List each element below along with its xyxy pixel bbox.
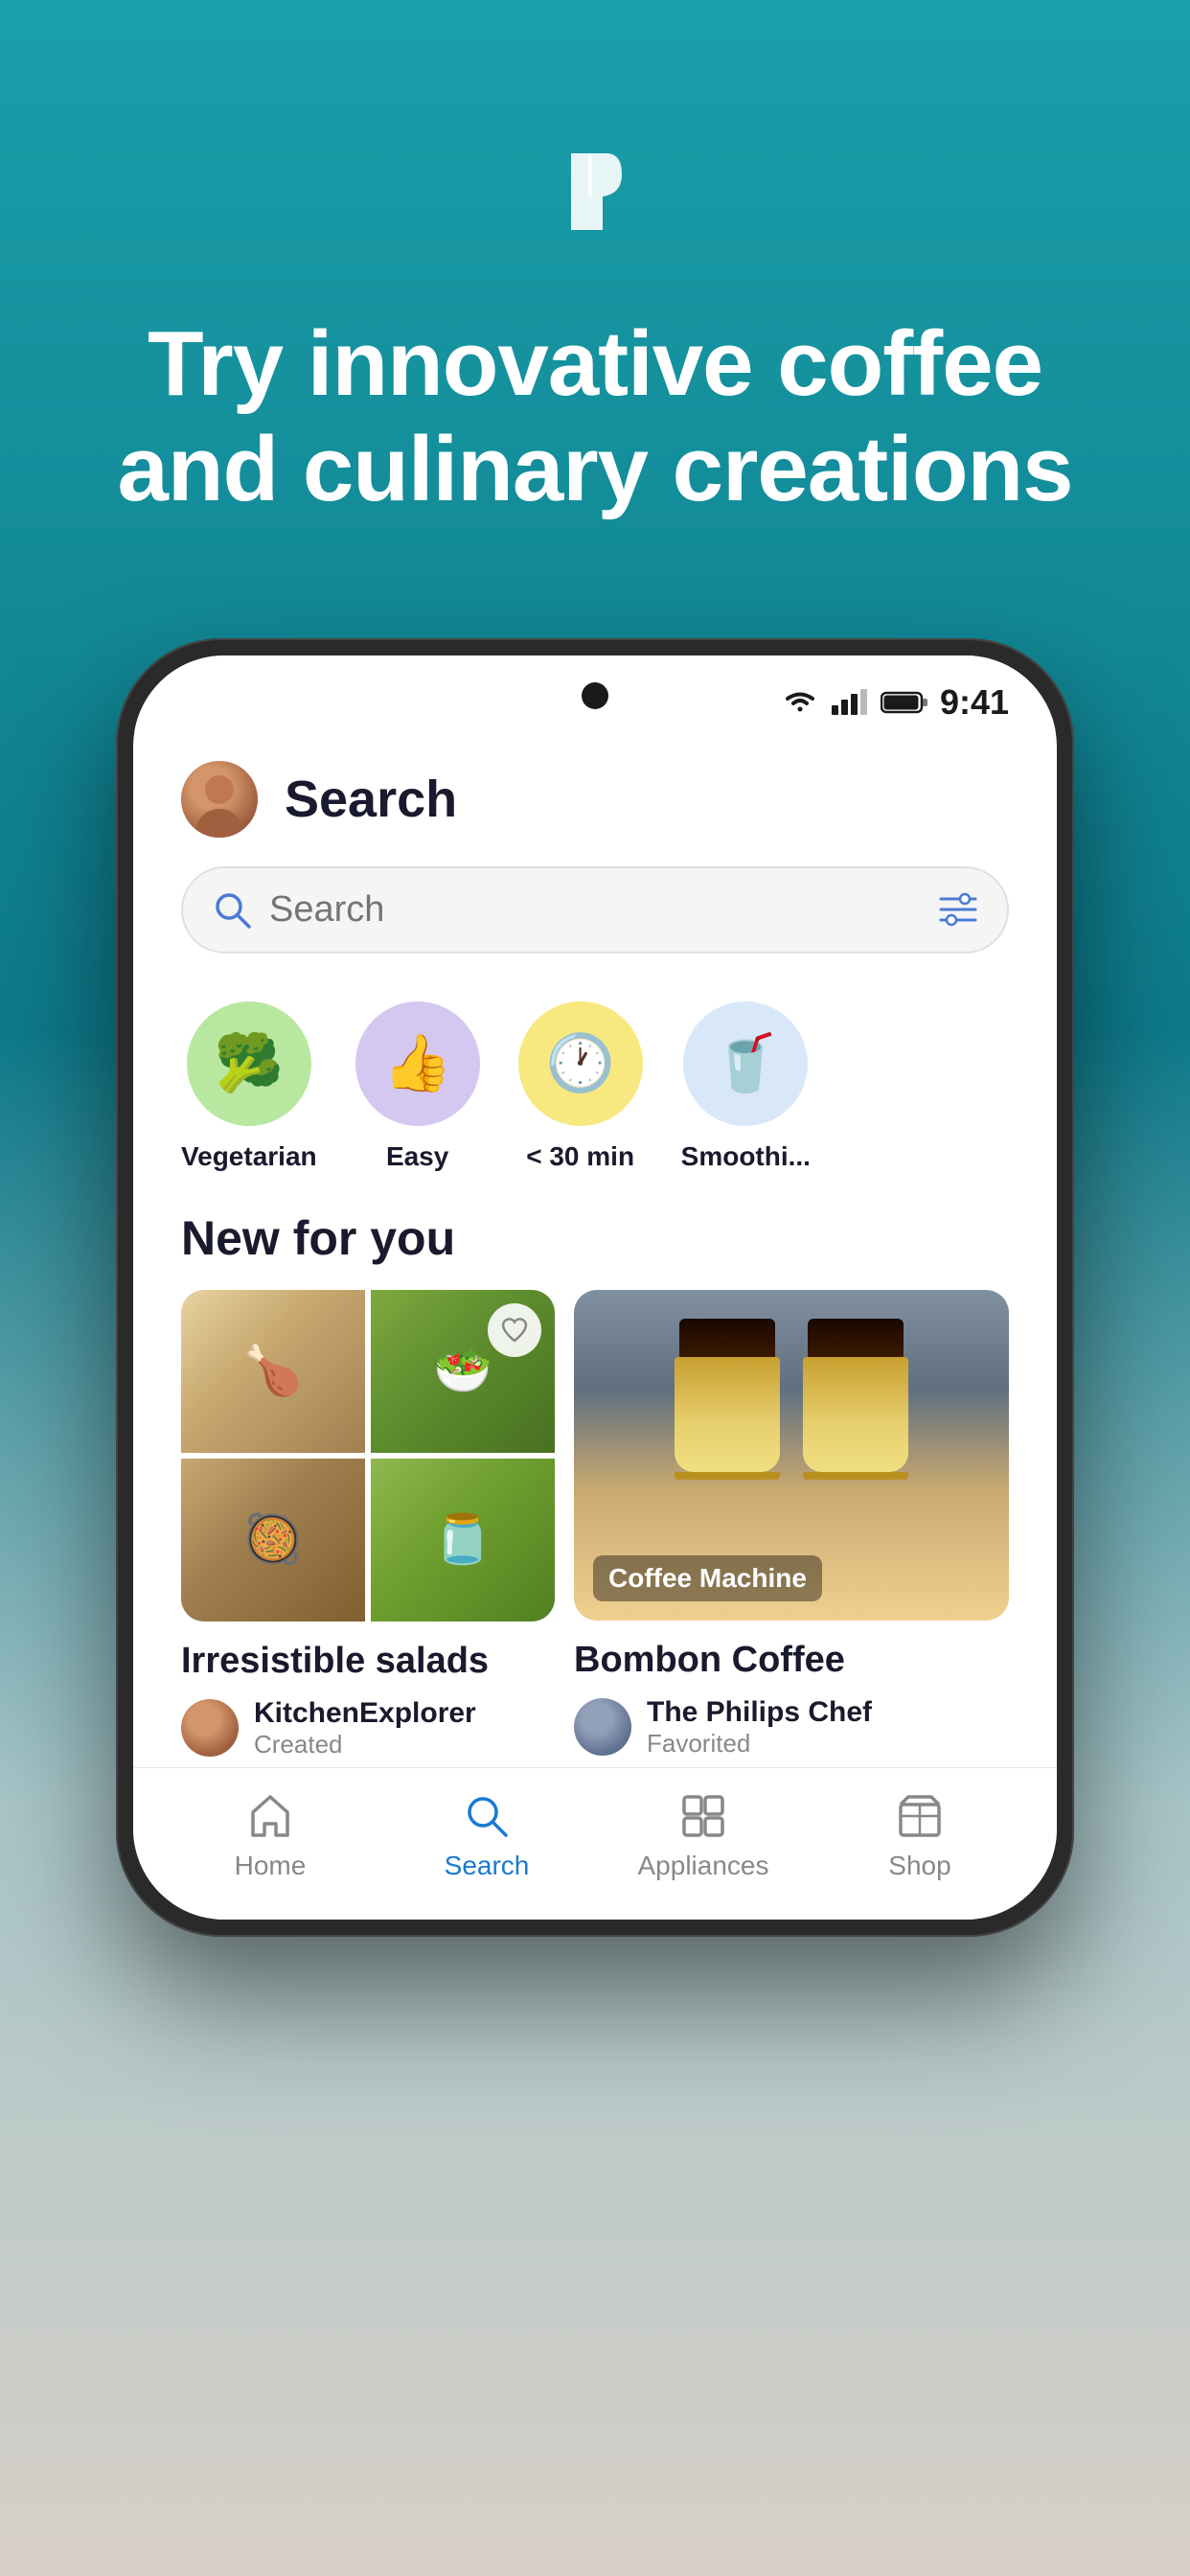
battery-icon (881, 690, 928, 715)
shop-icon (895, 1791, 945, 1841)
category-label-vegetarian: Vegetarian (181, 1141, 317, 1172)
author-action-salads: Created (254, 1730, 476, 1760)
nav-label-search: Search (445, 1851, 530, 1881)
appliances-icon (678, 1791, 728, 1841)
author-avatar-coffee (574, 1698, 631, 1756)
author-name-coffee: The Philips Chef (647, 1696, 872, 1729)
author-name-salads: KitchenExplorer (254, 1697, 476, 1730)
hero-title: Try innovative coffee and culinary creat… (0, 311, 1190, 523)
coffee-image: Coffee Machine (574, 1290, 1009, 1621)
page-title: Search (285, 770, 457, 829)
card-meta-salads: Irresistible salads KitchenExplorer Crea… (181, 1622, 555, 1767)
card-title-coffee: Bombon Coffee (574, 1640, 1009, 1681)
app-logo (538, 125, 652, 311)
cards-row: 🍗 🥗 🥘 🫙 Irresistible salads (133, 1290, 1057, 1767)
collage-grid: 🍗 🥗 🥘 🫙 (181, 1290, 555, 1622)
card-author-salads: KitchenExplorer Created (181, 1697, 555, 1760)
hero-section: Try innovative coffee and culinary creat… (0, 0, 1190, 581)
status-icons: 9:41 (781, 682, 1009, 723)
category-circle-smoothie: 🥤 (683, 1001, 808, 1126)
home-icon (245, 1791, 295, 1841)
author-info-salads: KitchenExplorer Created (254, 1697, 476, 1760)
avatar (181, 761, 258, 838)
category-easy[interactable]: 👍 Easy (355, 1001, 480, 1172)
card-salads[interactable]: 🍗 🥗 🥘 🫙 Irresistible salads (181, 1290, 555, 1767)
nav-label-home: Home (235, 1851, 307, 1881)
category-label-under30: < 30 min (526, 1141, 634, 1172)
bottom-nav: Home Search (133, 1767, 1057, 1920)
wifi-icon (781, 688, 819, 717)
nav-item-shop[interactable]: Shop (812, 1791, 1028, 1881)
category-circle-vegetarian: 🥦 (187, 1001, 311, 1126)
food-image-3: 🥘 (181, 1459, 365, 1622)
categories-row: 🥦 Vegetarian 👍 Easy 🕐 < 30 min (133, 982, 1057, 1191)
search-bar[interactable] (181, 866, 1009, 954)
camera-notch (582, 682, 608, 709)
coffee-category-label: Coffee Machine (593, 1555, 822, 1601)
signal-icon (831, 688, 869, 717)
nav-item-search[interactable]: Search (378, 1791, 595, 1881)
author-avatar-salads (181, 1699, 239, 1757)
status-time: 9:41 (940, 682, 1009, 723)
search-bar-container (133, 857, 1057, 982)
card-title-salads: Irresistible salads (181, 1641, 555, 1682)
card-coffee[interactable]: Coffee Machine Bombon Coffee The Philips… (574, 1290, 1009, 1767)
card-meta-coffee: Bombon Coffee The Philips Chef Favorited (574, 1621, 1009, 1766)
category-circle-under30: 🕐 (518, 1001, 643, 1126)
author-action-coffee: Favorited (647, 1729, 872, 1759)
category-vegetarian[interactable]: 🥦 Vegetarian (181, 1001, 317, 1172)
card-author-coffee: The Philips Chef Favorited (574, 1696, 1009, 1759)
food-image-4: 🫙 (371, 1459, 555, 1622)
author-info-coffee: The Philips Chef Favorited (647, 1696, 872, 1759)
favorite-button[interactable] (488, 1303, 541, 1357)
nav-label-appliances: Appliances (638, 1851, 769, 1881)
search-icon (212, 889, 252, 930)
search-nav-icon (462, 1791, 512, 1841)
app-header: Search (133, 732, 1057, 857)
nav-label-shop: Shop (888, 1851, 950, 1881)
food-image-1: 🍗 (181, 1290, 365, 1453)
nav-item-home[interactable]: Home (162, 1791, 378, 1881)
status-bar: 9:41 (133, 656, 1057, 732)
filter-icon[interactable] (938, 892, 978, 927)
category-circle-easy: 👍 (355, 1001, 480, 1126)
section-title-new: New for you (133, 1191, 1057, 1290)
search-input[interactable] (269, 889, 921, 931)
nav-item-appliances[interactable]: Appliances (595, 1791, 812, 1881)
category-label-easy: Easy (386, 1141, 448, 1172)
category-smoothie[interactable]: 🥤 Smoothi... (681, 1001, 811, 1172)
phone-mockup: 9:41 Search (116, 638, 1074, 1937)
category-label-smoothie: Smoothi... (681, 1141, 811, 1172)
category-under30[interactable]: 🕐 < 30 min (518, 1001, 643, 1172)
